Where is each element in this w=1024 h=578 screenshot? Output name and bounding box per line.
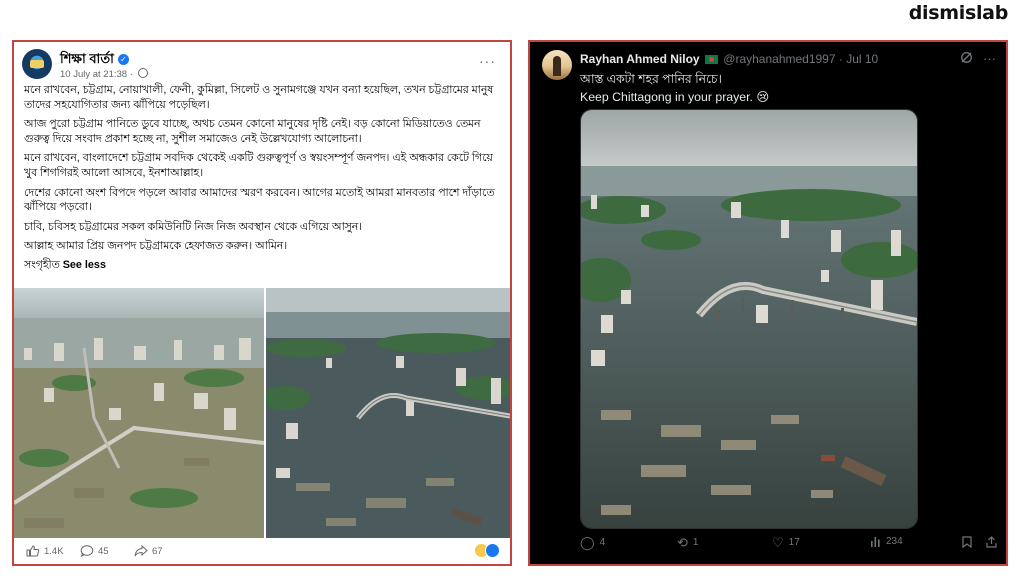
facebook-post-card: শিক্ষা বার্তা ✓ 10 July at 21:38 · ··· মন… (12, 40, 512, 566)
repost-count: 1 (692, 537, 699, 548)
share-icon (986, 536, 997, 548)
share-icon (134, 545, 148, 557)
views-chart-icon (871, 537, 880, 547)
share-action[interactable]: 67 (134, 545, 163, 557)
reply-icon: ◯ (580, 535, 595, 550)
tweet-like-count: 17 (788, 537, 800, 548)
post-tail: সংগৃহীত See less (24, 258, 502, 273)
tweet-handle[interactable]: @rayhanahmed1997 (723, 52, 835, 66)
post-timestamp[interactable]: 10 July at 21:38 · (60, 69, 133, 80)
like-reaction-icon (485, 543, 500, 558)
page-name[interactable]: শিক্ষা বার্তা (60, 51, 114, 66)
thumbs-up-icon (26, 545, 40, 557)
post-paragraph: চাবি, চবিসহ চট্টগ্রামের সকল কমিউনিটি নিজ… (24, 220, 363, 233)
post-meta: 10 July at 21:38 · (60, 68, 148, 80)
tweet-text: আস্ত একটা শহর পানির নিচে। Keep Chittagon… (580, 70, 769, 106)
more-options-icon[interactable]: ··· (983, 51, 996, 66)
verified-badge-icon: ✓ (117, 54, 129, 65)
reply-count: 4 (599, 537, 606, 548)
post-body: মনে রাখবেন, চট্টগ্রাম, নোয়াখালী, ফেনী, … (24, 83, 502, 278)
tweet-flood-photo[interactable] (580, 109, 918, 529)
collected-label: সংগৃহীত (24, 258, 60, 271)
reaction-icons[interactable] (474, 543, 500, 558)
tweet-line: Keep Chittagong in your prayer. 😢 (580, 90, 770, 104)
tweet-line: আস্ত একটা শহর পানির নিচে। (580, 72, 722, 86)
post-image-gallery (14, 288, 510, 538)
post-paragraph: দেশের কোনো অংশ বিপদে পড়লে আবার আমাদের স… (24, 186, 495, 214)
dismislab-logo: dismislab (908, 2, 1009, 24)
page-avatar[interactable] (22, 49, 52, 79)
tweet-card: Rayhan Ahmed Niloy @rayhanahmed1997 · Ju… (528, 40, 1008, 566)
repost-action[interactable]: ⟲ 1 (677, 536, 698, 549)
facebook-post-header: শিক্ষা বার্তা ✓ 10 July at 21:38 · ··· (22, 49, 502, 85)
post-paragraph: মনে রাখবেন, বাংলাদেশে চট্টগ্রাম সবদিক থে… (24, 152, 493, 179)
post-paragraph: আল্লাহ আমার প্রিয় জনপদ চট্টগ্রামকে হেফা… (24, 240, 288, 253)
tweet-action-bar: ◯ 4 ⟲ 1 ♡ 17 234 (580, 536, 997, 552)
tweet-avatar[interactable] (542, 50, 572, 80)
globe-icon (137, 68, 148, 78)
post-paragraph: মনে রাখবেন, চট্টগ্রাম, নোয়াখালী, ফেনী, … (24, 84, 494, 111)
view-count: 234 (886, 536, 903, 547)
share-count: 67 (152, 545, 163, 557)
repost-icon: ⟲ (677, 535, 688, 550)
tweet-header: Rayhan Ahmed Niloy @rayhanahmed1997 · Ju… (580, 52, 878, 66)
like-count: 1.4K (44, 545, 64, 557)
like-action[interactable]: ♡ 17 (772, 536, 800, 549)
comment-icon (80, 545, 94, 557)
aerial-flood-photo-right[interactable] (266, 288, 510, 538)
bangladesh-flag-icon (704, 55, 718, 64)
tweet-header-icons: ··· (960, 51, 996, 66)
reply-action[interactable]: ◯ 4 (580, 536, 605, 549)
heart-icon: ♡ (772, 535, 784, 550)
more-options-icon[interactable]: ··· (479, 53, 496, 69)
see-less-link[interactable]: See less (63, 259, 106, 271)
post-action-bar: 1.4K 45 67 (22, 540, 502, 562)
tweet-date[interactable]: · Jul 10 (839, 52, 878, 66)
post-paragraph: আজ পুরো চট্টগ্রাম পানিতে ডুবে যাচ্ছে, অথ… (24, 118, 481, 145)
like-action[interactable]: 1.4K (26, 545, 64, 557)
aerial-flood-photo-left[interactable] (14, 288, 264, 538)
tweet-display-name[interactable]: Rayhan Ahmed Niloy (580, 52, 700, 66)
share-action[interactable] (986, 536, 997, 548)
comment-action[interactable]: 45 (80, 545, 109, 557)
bookmark-action[interactable] (962, 536, 972, 548)
comment-count: 45 (98, 545, 109, 557)
views-action[interactable]: 234 (870, 536, 903, 547)
grok-icon[interactable] (960, 51, 973, 64)
bookmark-icon (962, 536, 972, 548)
